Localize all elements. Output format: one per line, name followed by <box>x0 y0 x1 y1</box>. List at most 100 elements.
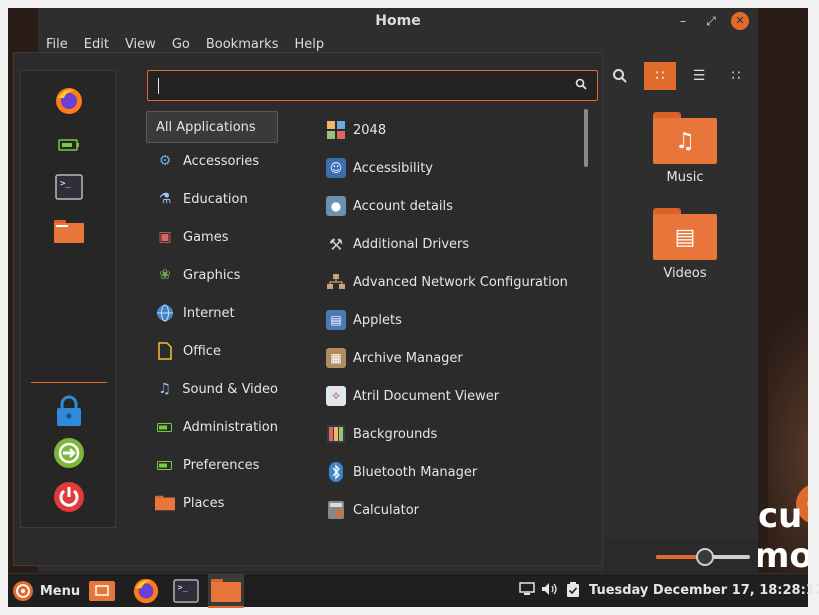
taskbar-terminal[interactable]: >_ <box>168 574 204 608</box>
category-label: Places <box>183 495 225 511</box>
category-graphics[interactable]: ❀ Graphics <box>146 259 278 291</box>
graphics-icon: ❀ <box>159 267 171 283</box>
category-sound-video[interactable]: ♫ Sound & Video <box>146 373 278 405</box>
category-education[interactable]: ⚗ Education <box>146 183 278 215</box>
maximize-icon[interactable]: ⤢ <box>702 12 720 30</box>
category-preferences[interactable]: Preferences <box>146 449 278 481</box>
category-accessories[interactable]: ⚙ Accessories <box>146 145 278 177</box>
category-internet[interactable]: Internet <box>146 297 278 329</box>
battery-settings-icon <box>58 139 79 151</box>
app-bluetooth-manager[interactable]: Bluetooth Manager <box>326 456 581 488</box>
search-icon[interactable] <box>573 78 589 94</box>
category-all-applications[interactable]: All Applications <box>146 111 278 143</box>
places-icon <box>155 494 175 512</box>
app-advanced-network-configuration[interactable]: Advanced Network Configuration <box>326 266 581 298</box>
category-label: Preferences <box>183 457 260 473</box>
category-label: Internet <box>183 305 235 321</box>
category-administration[interactable]: Administration <box>146 411 278 443</box>
sound-video-icon: ♫ <box>158 381 171 397</box>
app-label: Additional Drivers <box>353 236 470 252</box>
text-caret <box>158 78 159 94</box>
application-menu: >_ All Applications ⚙ Accessories ⚗ Educ… <box>13 52 603 566</box>
app-label: Advanced Network Configuration <box>353 274 568 290</box>
fav-firefox[interactable] <box>21 81 117 121</box>
accessories-icon: ⚙ <box>158 153 172 169</box>
folder-label-videos: Videos <box>663 266 707 281</box>
favorites-separator <box>31 382 107 383</box>
network-icon[interactable] <box>518 582 536 600</box>
close-icon[interactable]: ✕ <box>731 12 749 30</box>
app-accessibility[interactable]: ☺ Accessibility <box>326 152 581 184</box>
files-icon <box>211 579 241 602</box>
search-box <box>147 70 598 101</box>
app-archive-manager[interactable]: ▦ Archive Manager <box>326 342 581 374</box>
music-folder-icon: ♫ <box>653 112 717 164</box>
taskbar: Menu >_ Tuesday December 17, 18:28:17 <box>8 573 819 608</box>
compact-view-button[interactable]: ∷ <box>720 62 752 90</box>
atril-icon: ✧ <box>326 386 346 406</box>
app-label: Applets <box>353 312 402 328</box>
files-icon <box>54 220 84 243</box>
mint-menu-icon <box>12 581 33 601</box>
clock[interactable]: Tuesday December 17, 18:28:17 <box>589 574 819 608</box>
favorites-bar: >_ <box>20 70 116 528</box>
fav-files[interactable] <box>21 211 117 251</box>
app-backgrounds[interactable]: Backgrounds <box>326 418 581 450</box>
app-account-details[interactable]: ● Account details <box>326 190 581 222</box>
fav-terminal[interactable]: >_ <box>21 167 117 207</box>
category-games[interactable]: ▣ Games <box>146 221 278 253</box>
shutdown-icon <box>54 482 84 512</box>
folder-music[interactable]: ♫ Music <box>640 112 730 185</box>
session-logout[interactable] <box>21 433 117 473</box>
taskbar-files[interactable] <box>208 574 244 608</box>
firefox-icon <box>56 88 82 114</box>
category-label: Games <box>183 229 229 245</box>
applets-icon: ▤ <box>326 310 346 330</box>
app-additional-drivers[interactable]: ⚒ Additional Drivers <box>326 228 581 260</box>
taskbar-firefox[interactable] <box>128 574 164 608</box>
menu-button[interactable]: Menu <box>10 574 82 608</box>
icon-view-button[interactable]: ∷ <box>644 62 676 90</box>
education-icon: ⚗ <box>158 191 172 207</box>
2048-icon <box>326 120 346 140</box>
svg-text:>_: >_ <box>178 582 188 592</box>
app-label: Account details <box>353 198 453 214</box>
category-places[interactable]: Places <box>146 487 278 519</box>
bluetooth-icon <box>326 462 346 482</box>
session-lock[interactable] <box>21 391 117 431</box>
app-label: 2048 <box>353 122 387 138</box>
list-view-button[interactable]: ☰ <box>683 62 715 90</box>
backgrounds-icon <box>326 424 346 444</box>
window-title: Home <box>375 13 421 29</box>
search-input[interactable] <box>156 75 556 97</box>
app-label: Backgrounds <box>353 426 438 442</box>
volume-icon[interactable] <box>541 582 559 600</box>
session-shutdown[interactable] <box>21 477 117 517</box>
account-details-icon: ● <box>326 196 346 216</box>
preferences-icon <box>155 456 175 474</box>
app-applets[interactable]: ▤ Applets <box>326 304 581 336</box>
category-label: Graphics <box>183 267 241 283</box>
category-label: Accessories <box>183 153 260 169</box>
app-2048[interactable]: 2048 <box>326 114 581 146</box>
app-calculator[interactable]: Calculator <box>326 494 581 526</box>
archive-manager-icon: ▦ <box>326 348 346 368</box>
zoom-slider-knob[interactable] <box>696 548 714 566</box>
apps-scrollbar[interactable] <box>584 109 588 167</box>
category-office[interactable]: Office <box>146 335 278 367</box>
videos-folder-icon: ▤ <box>653 208 717 260</box>
app-atril-document-viewer[interactable]: ✧ Atril Document Viewer <box>326 380 581 412</box>
app-label: Calculator <box>353 502 420 518</box>
fav-battery[interactable] <box>21 125 117 165</box>
menu-label: Menu <box>39 583 81 599</box>
taskbar-show-desktop[interactable] <box>86 574 118 608</box>
terminal-icon: >_ <box>55 174 83 200</box>
svg-text:>_: >_ <box>60 179 71 189</box>
desktop-text-2: mo <box>754 536 808 576</box>
search-toggle-icon[interactable] <box>604 62 636 90</box>
update-manager-icon[interactable] <box>564 582 582 600</box>
app-label: Accessibility <box>353 160 433 176</box>
administration-icon <box>155 418 175 436</box>
minimize-icon[interactable]: – <box>674 12 692 30</box>
folder-videos[interactable]: ▤ Videos <box>640 208 730 281</box>
